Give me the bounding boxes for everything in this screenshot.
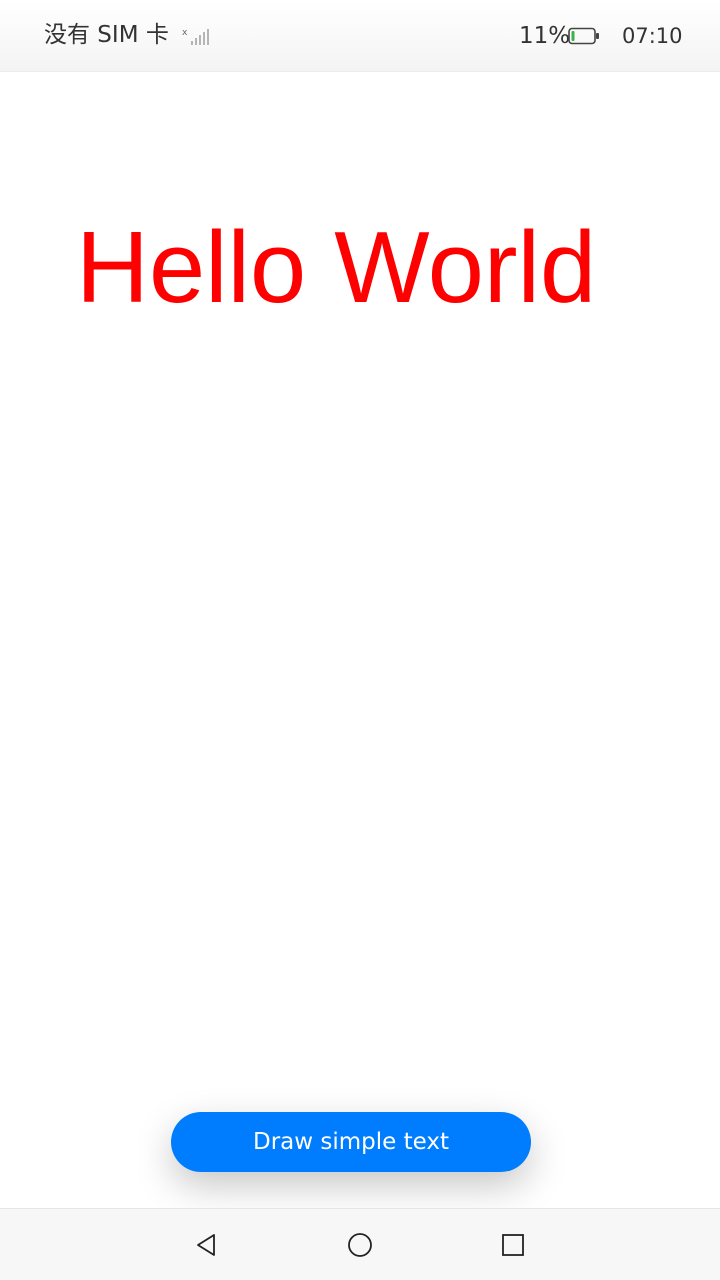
recent-apps-square-icon[interactable]: [499, 1231, 527, 1259]
draw-simple-text-button[interactable]: Draw simple text: [171, 1112, 531, 1172]
battery-low-icon: [568, 27, 599, 45]
back-triangle-icon[interactable]: [193, 1231, 221, 1259]
app-screen: 没有 SIM 卡 x 11% 07:10 Hello World Draw si…: [0, 0, 720, 1280]
canvas-area: Hello World Draw simple text: [0, 72, 720, 1208]
navigation-bar: [0, 1208, 720, 1280]
svg-text:x: x: [182, 28, 188, 38]
signal-no-sim-icon: x: [182, 28, 209, 45]
clock: 07:10: [622, 24, 683, 48]
drawn-text: Hello World: [76, 212, 597, 324]
status-bar: 没有 SIM 卡 x 11% 07:10: [0, 0, 720, 72]
home-circle-icon[interactable]: [346, 1231, 374, 1259]
carrier-label: 没有 SIM 卡: [44, 22, 169, 48]
battery-percent: 11%: [519, 23, 571, 49]
